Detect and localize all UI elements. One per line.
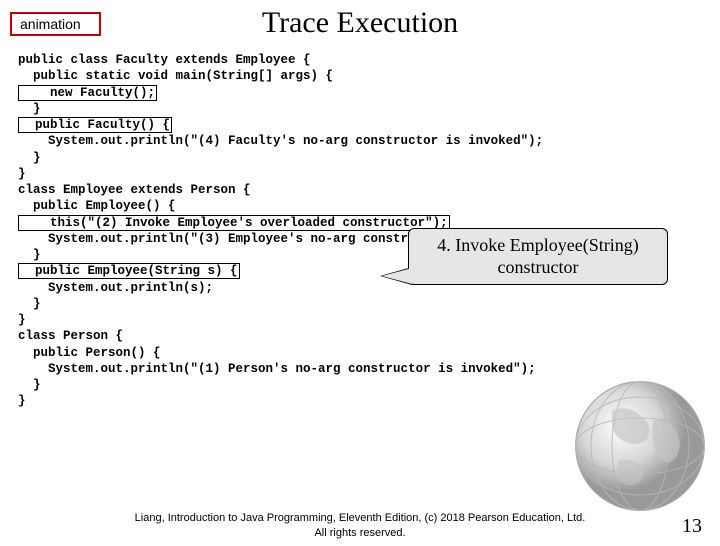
code-line: public Faculty() { (0, 117, 720, 133)
highlight-box: public Faculty() { (18, 117, 172, 133)
code-line: public Person() { (0, 345, 720, 361)
animation-label: animation (20, 16, 81, 32)
code-line: public static void main(String[] args) { (0, 68, 720, 84)
code-line: } (0, 296, 720, 312)
callout-tail (382, 268, 412, 284)
code-line: new Faculty(); (0, 85, 720, 101)
code-line: } (0, 377, 720, 393)
code-line: public class Faculty extends Employee { (0, 52, 720, 68)
code-line: } (0, 312, 720, 328)
code-line: } (0, 150, 720, 166)
code-line: } (0, 166, 720, 182)
page-number: 13 (682, 515, 702, 538)
code-line: public Employee() { (0, 198, 720, 214)
code-line: System.out.println("(1) Person's no-arg … (0, 361, 720, 377)
code-line: System.out.println("(4) Faculty's no-arg… (0, 133, 720, 149)
code-line: } (0, 101, 720, 117)
animation-badge: animation (10, 12, 101, 36)
code-line: class Employee extends Person { (0, 182, 720, 198)
highlight-box: public Employee(String s) { (18, 263, 240, 279)
footer-line2: All rights reserved. (0, 526, 720, 540)
highlight-box: new Faculty(); (18, 85, 157, 101)
highlight-box: this("(2) Invoke Employee's overloaded c… (18, 215, 450, 231)
step-callout: 4. Invoke Employee(String) constructor (408, 228, 668, 285)
slide-title: Trace Execution (0, 6, 720, 40)
code-line: } (0, 393, 720, 409)
code-line: class Person { (0, 328, 720, 344)
